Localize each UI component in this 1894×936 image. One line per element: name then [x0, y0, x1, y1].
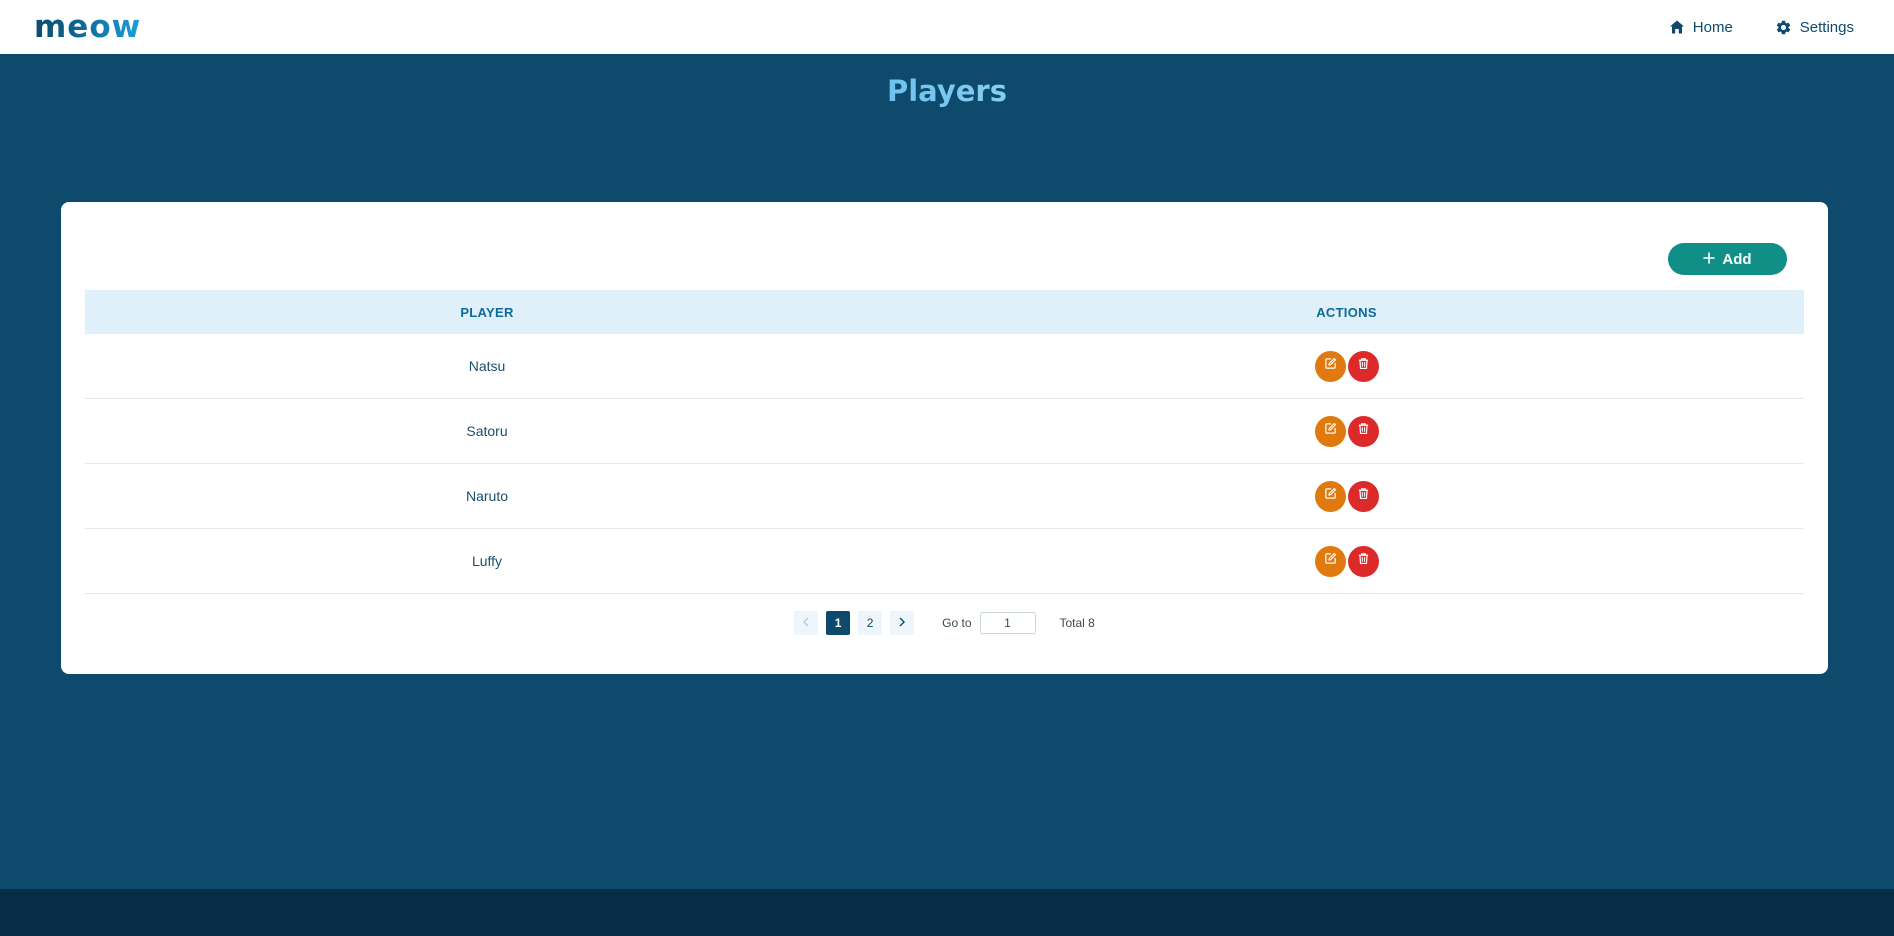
- row-actions: [1314, 415, 1379, 447]
- edit-button[interactable]: [1314, 480, 1346, 512]
- total-count: Total 8: [1059, 616, 1095, 630]
- prev-page-button[interactable]: [794, 611, 819, 635]
- row-actions: [1314, 545, 1379, 577]
- add-player-button[interactable]: Add: [1668, 243, 1787, 275]
- delete-button[interactable]: [1347, 545, 1379, 577]
- table-row: Satoru: [85, 399, 1804, 464]
- nav-home-label: Home: [1692, 18, 1733, 36]
- edit-icon: [1324, 357, 1337, 375]
- players-card: Add PLAYER ACTIONS Natsu Satoru Naruto Luff…: [61, 202, 1828, 674]
- edit-icon: [1324, 552, 1337, 570]
- delete-button[interactable]: [1347, 350, 1379, 382]
- page-button-1[interactable]: 1: [826, 611, 851, 635]
- home-icon: [1669, 19, 1685, 35]
- chevron-right-icon: [898, 616, 906, 630]
- column-header-player: PLAYER: [460, 304, 514, 320]
- nav-home-link[interactable]: Home: [1669, 19, 1733, 36]
- gear-icon: [1775, 19, 1792, 36]
- delete-button[interactable]: [1347, 415, 1379, 447]
- actions-cell: [889, 350, 1804, 382]
- chevron-left-icon: [802, 616, 810, 630]
- next-page-button[interactable]: [890, 611, 915, 635]
- nav-settings-label: Settings: [1799, 18, 1854, 36]
- table-row: Luffy: [85, 529, 1804, 594]
- add-button-label: Add: [1722, 250, 1752, 268]
- page-title: Players: [0, 74, 1894, 108]
- app-logo[interactable]: meow: [34, 0, 141, 54]
- table-row: Naruto: [85, 464, 1804, 529]
- player-name-cell: Luffy: [471, 553, 503, 569]
- footer: [0, 889, 1894, 936]
- table-row: Natsu: [85, 334, 1804, 399]
- edit-button[interactable]: [1314, 545, 1346, 577]
- edit-button[interactable]: [1314, 415, 1346, 447]
- column-header-actions: ACTIONS: [1316, 304, 1377, 320]
- trash-icon: [1357, 357, 1370, 375]
- trash-icon: [1357, 487, 1370, 505]
- page-button-2[interactable]: 2: [858, 611, 883, 635]
- row-actions: [1314, 350, 1379, 382]
- nav-menu: Home Settings: [1669, 19, 1860, 36]
- trash-icon: [1357, 552, 1370, 570]
- player-name-cell: Satoru: [466, 423, 508, 439]
- table-header: PLAYER ACTIONS: [85, 290, 1804, 334]
- trash-icon: [1357, 422, 1370, 440]
- edit-button[interactable]: [1314, 350, 1346, 382]
- page-title-text: Players: [886, 74, 1007, 108]
- player-name-cell: Naruto: [465, 488, 509, 504]
- actions-cell: [889, 480, 1804, 512]
- goto-page-input[interactable]: [979, 612, 1036, 634]
- delete-button[interactable]: [1347, 480, 1379, 512]
- pagination: 1 2 Go to Total 8: [61, 610, 1828, 636]
- nav-settings-link[interactable]: Settings: [1775, 19, 1854, 36]
- row-actions: [1314, 480, 1379, 512]
- plus-icon: [1703, 251, 1716, 268]
- table-body: Natsu Satoru Naruto Luffy: [85, 334, 1804, 594]
- edit-icon: [1324, 422, 1337, 440]
- actions-cell: [889, 415, 1804, 447]
- actions-cell: [889, 545, 1804, 577]
- players-table: PLAYER ACTIONS Natsu Satoru Naruto Luffy: [85, 290, 1804, 594]
- goto-label: Go to: [942, 616, 972, 630]
- top-navbar: meow Home Settings: [0, 0, 1894, 54]
- player-name-cell: Natsu: [468, 358, 506, 374]
- edit-icon: [1324, 487, 1337, 505]
